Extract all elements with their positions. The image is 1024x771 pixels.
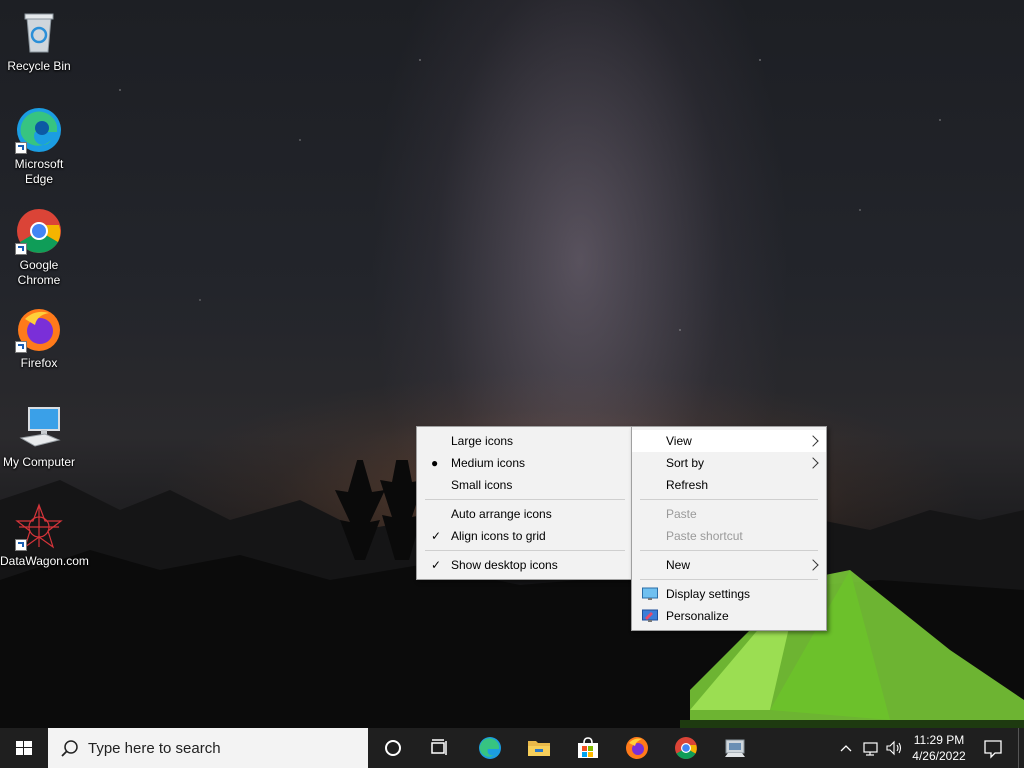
search-box[interactable]: Type here to search <box>48 728 368 768</box>
menu-item-label: Auto arrange icons <box>451 507 552 521</box>
chrome-icon[interactable] <box>674 736 698 760</box>
menu-separator <box>640 499 818 500</box>
display-settings-icon <box>642 587 658 600</box>
checkmark-icon: ✓ <box>431 558 442 572</box>
shortcut-arrow-icon <box>15 243 27 255</box>
menu-item-label: Display settings <box>666 587 751 601</box>
app-icon[interactable] <box>723 736 747 760</box>
menu-item-small-icons[interactable]: Small icons <box>417 474 633 496</box>
desktop-context-menu: View Sort by Refresh Paste Paste shortcu… <box>631 426 827 631</box>
menu-item-refresh[interactable]: Refresh <box>632 474 826 496</box>
datawagon-icon <box>15 503 63 551</box>
menu-item-display-settings[interactable]: Display settings <box>632 583 826 605</box>
desktop-icon-label: DataWagon.com <box>0 554 89 568</box>
menu-item-large-icons[interactable]: Large icons <box>417 430 633 452</box>
menu-item-label: Medium icons <box>451 456 526 470</box>
view-submenu: Large icons ● Medium icons Small icons A… <box>416 426 634 580</box>
desktop-icon-chrome[interactable]: Google Chrome <box>0 207 78 288</box>
menu-item-label: New <box>666 558 691 572</box>
menu-item-view[interactable]: View <box>632 430 826 452</box>
menu-item-label: Show desktop icons <box>451 558 558 572</box>
windows-logo-icon <box>16 741 32 755</box>
menu-item-personalize[interactable]: Personalize <box>632 605 826 627</box>
search-icon <box>61 740 78 757</box>
menu-item-label: Paste shortcut <box>666 529 743 543</box>
shortcut-arrow-icon <box>15 341 27 353</box>
cortana-icon[interactable] <box>381 736 405 760</box>
store-icon[interactable] <box>576 736 600 760</box>
menu-item-auto-arrange-icons[interactable]: Auto arrange icons <box>417 503 633 525</box>
taskbar: Type here to search 11:29 PM 4/26/2022 <box>0 728 1024 768</box>
desktop-icon-label: Microsoft Edge <box>14 157 64 186</box>
recycle-bin-icon <box>15 8 63 56</box>
firefox-icon[interactable] <box>625 736 649 760</box>
menu-item-show-desktop-icons[interactable]: ✓ Show desktop icons <box>417 554 633 576</box>
menu-item-label: Personalize <box>666 609 729 623</box>
shortcut-arrow-icon <box>15 539 27 551</box>
menu-item-sort-by[interactable]: Sort by <box>632 452 826 474</box>
menu-separator <box>640 550 818 551</box>
chevron-up-icon[interactable] <box>838 736 854 760</box>
desktop[interactable]: Recycle Bin Microsoft Edge Google Chrome… <box>0 0 1024 728</box>
checkmark-icon: ✓ <box>431 529 442 543</box>
desktop-icon-label: Google Chrome <box>17 258 61 287</box>
menu-separator <box>425 550 625 551</box>
shortcut-arrow-icon <box>15 142 27 154</box>
volume-icon[interactable] <box>885 736 905 760</box>
menu-item-label: Sort by <box>666 456 705 470</box>
menu-item-medium-icons[interactable]: ● Medium icons <box>417 452 633 474</box>
desktop-icon-label: My Computer <box>2 455 76 469</box>
search-placeholder: Type here to search <box>88 740 221 757</box>
edge-icon[interactable] <box>478 736 502 760</box>
show-desktop-button[interactable] <box>1018 728 1019 768</box>
menu-item-label: Large icons <box>451 434 514 448</box>
clock-date: 4/26/2022 <box>912 749 966 763</box>
desktop-icon-recycle-bin[interactable]: Recycle Bin <box>0 8 78 74</box>
chevron-right-icon <box>807 457 819 469</box>
firefox-icon <box>15 305 63 353</box>
computer-icon <box>15 404 63 452</box>
desktop-icon-label: Firefox <box>20 356 58 370</box>
desktop-icon-edge[interactable]: Microsoft Edge <box>0 106 78 187</box>
menu-item-label: Paste <box>666 507 697 521</box>
desktop-icon-firefox[interactable]: Firefox <box>0 305 78 371</box>
desktop-icon-my-computer[interactable]: My Computer <box>0 404 78 470</box>
menu-separator <box>425 499 625 500</box>
personalize-icon <box>642 609 658 622</box>
network-icon[interactable] <box>862 736 880 760</box>
notifications-icon[interactable] <box>981 736 1005 760</box>
menu-item-label: View <box>666 434 692 448</box>
menu-item-new[interactable]: New <box>632 554 826 576</box>
menu-item-paste-shortcut[interactable]: Paste shortcut <box>632 525 826 547</box>
clock[interactable]: 11:29 PM 4/26/2022 <box>905 732 973 764</box>
radio-dot-icon: ● <box>431 456 439 470</box>
start-button[interactable] <box>0 728 48 768</box>
desktop-icon-datawagon[interactable]: DataWagon.com <box>0 503 89 569</box>
edge-icon <box>15 106 63 154</box>
clock-time: 11:29 PM <box>913 733 965 747</box>
task-view-icon[interactable] <box>428 736 452 760</box>
menu-separator <box>640 579 818 580</box>
chrome-icon <box>15 207 63 255</box>
desktop-icon-label: Recycle Bin <box>7 59 71 73</box>
menu-item-align-icons-to-grid[interactable]: ✓ Align icons to grid <box>417 525 633 547</box>
menu-item-paste[interactable]: Paste <box>632 503 826 525</box>
menu-item-label: Align icons to grid <box>451 529 546 543</box>
menu-item-label: Refresh <box>666 478 709 492</box>
chevron-right-icon <box>807 559 819 571</box>
file-explorer-icon[interactable] <box>527 736 551 760</box>
chevron-right-icon <box>807 435 819 447</box>
menu-item-label: Small icons <box>451 478 513 492</box>
